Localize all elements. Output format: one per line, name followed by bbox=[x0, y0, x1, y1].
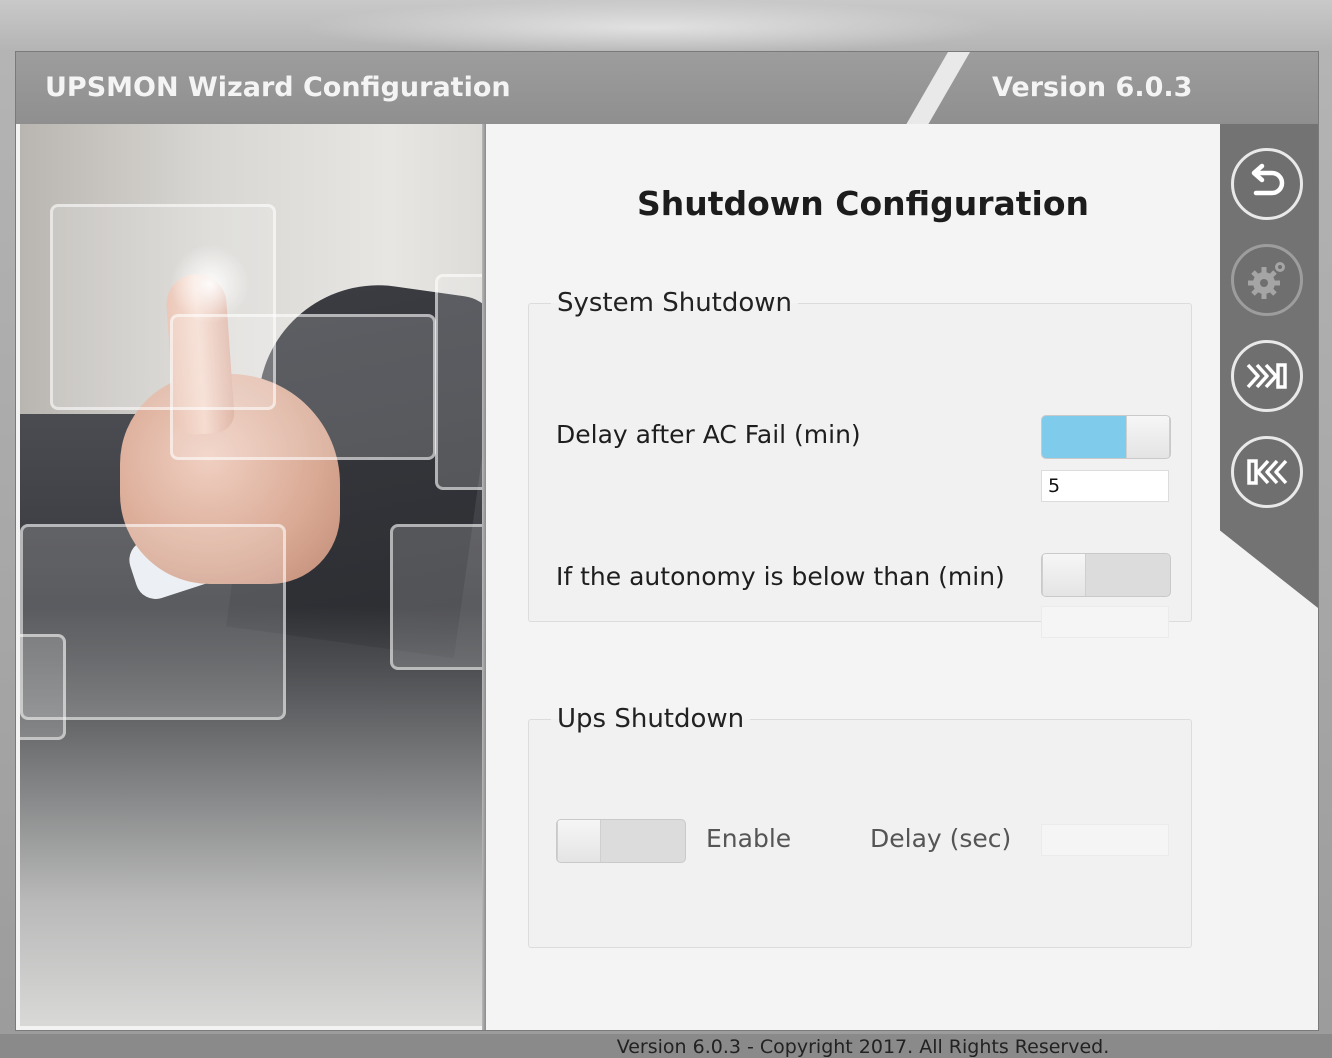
back-button[interactable] bbox=[1231, 148, 1303, 220]
header-illustration bbox=[20, 124, 482, 1026]
copyright-footer: Version 6.0.3 - Copyright 2017. All Righ… bbox=[616, 1036, 1110, 1058]
window-title: UPSMON Wizard Configuration bbox=[45, 72, 511, 103]
delay-after-ac-fail-input[interactable] bbox=[1041, 470, 1169, 502]
page-title: Shutdown Configuration bbox=[636, 184, 1090, 223]
ups-shutdown-delay-input[interactable] bbox=[1041, 824, 1169, 856]
title-separator bbox=[896, 52, 970, 124]
delay-after-ac-fail-toggle[interactable] bbox=[1041, 415, 1171, 459]
previous-icon bbox=[1247, 459, 1288, 485]
ups-shutdown-legend: Ups Shutdown bbox=[557, 704, 745, 734]
settings-button[interactable] bbox=[1231, 244, 1303, 316]
wizard-nav-strip bbox=[1220, 124, 1318, 608]
ups-shutdown-enable-toggle[interactable] bbox=[556, 819, 686, 863]
autonomy-below-input[interactable] bbox=[1041, 606, 1169, 638]
next-button[interactable] bbox=[1231, 340, 1303, 412]
gear-icon bbox=[1248, 262, 1285, 299]
ups-shutdown-enable-label: Enable bbox=[706, 824, 792, 853]
content-panel: Shutdown Configuration System Shutdown D… bbox=[486, 124, 1220, 1058]
toggle-knob bbox=[1126, 416, 1170, 458]
autonomy-below-toggle[interactable] bbox=[1041, 553, 1171, 597]
system-shutdown-legend: System Shutdown bbox=[557, 288, 793, 318]
ups-shutdown-delay-label: Delay (sec) bbox=[870, 824, 1012, 853]
illustration-glass-pane bbox=[435, 274, 482, 490]
toggle-knob bbox=[557, 820, 601, 862]
toggle-knob bbox=[1042, 554, 1086, 596]
delay-after-ac-fail-label: Delay after AC Fail (min) bbox=[556, 420, 861, 449]
wizard-window: UPSMON Wizard Configuration Version 6.0.… bbox=[16, 52, 1318, 1058]
title-bar[interactable]: UPSMON Wizard Configuration Version 6.0.… bbox=[16, 52, 1318, 124]
next-icon bbox=[1246, 363, 1287, 389]
autonomy-below-label: If the autonomy is below than (min) bbox=[556, 562, 1005, 591]
back-icon bbox=[1251, 163, 1285, 196]
version-label: Version 6.0.3 bbox=[992, 72, 1193, 103]
illustration-fade bbox=[20, 606, 482, 1026]
previous-button[interactable] bbox=[1231, 436, 1303, 508]
frame-glow bbox=[300, 0, 1000, 55]
illustration-glass-pane bbox=[170, 314, 436, 460]
